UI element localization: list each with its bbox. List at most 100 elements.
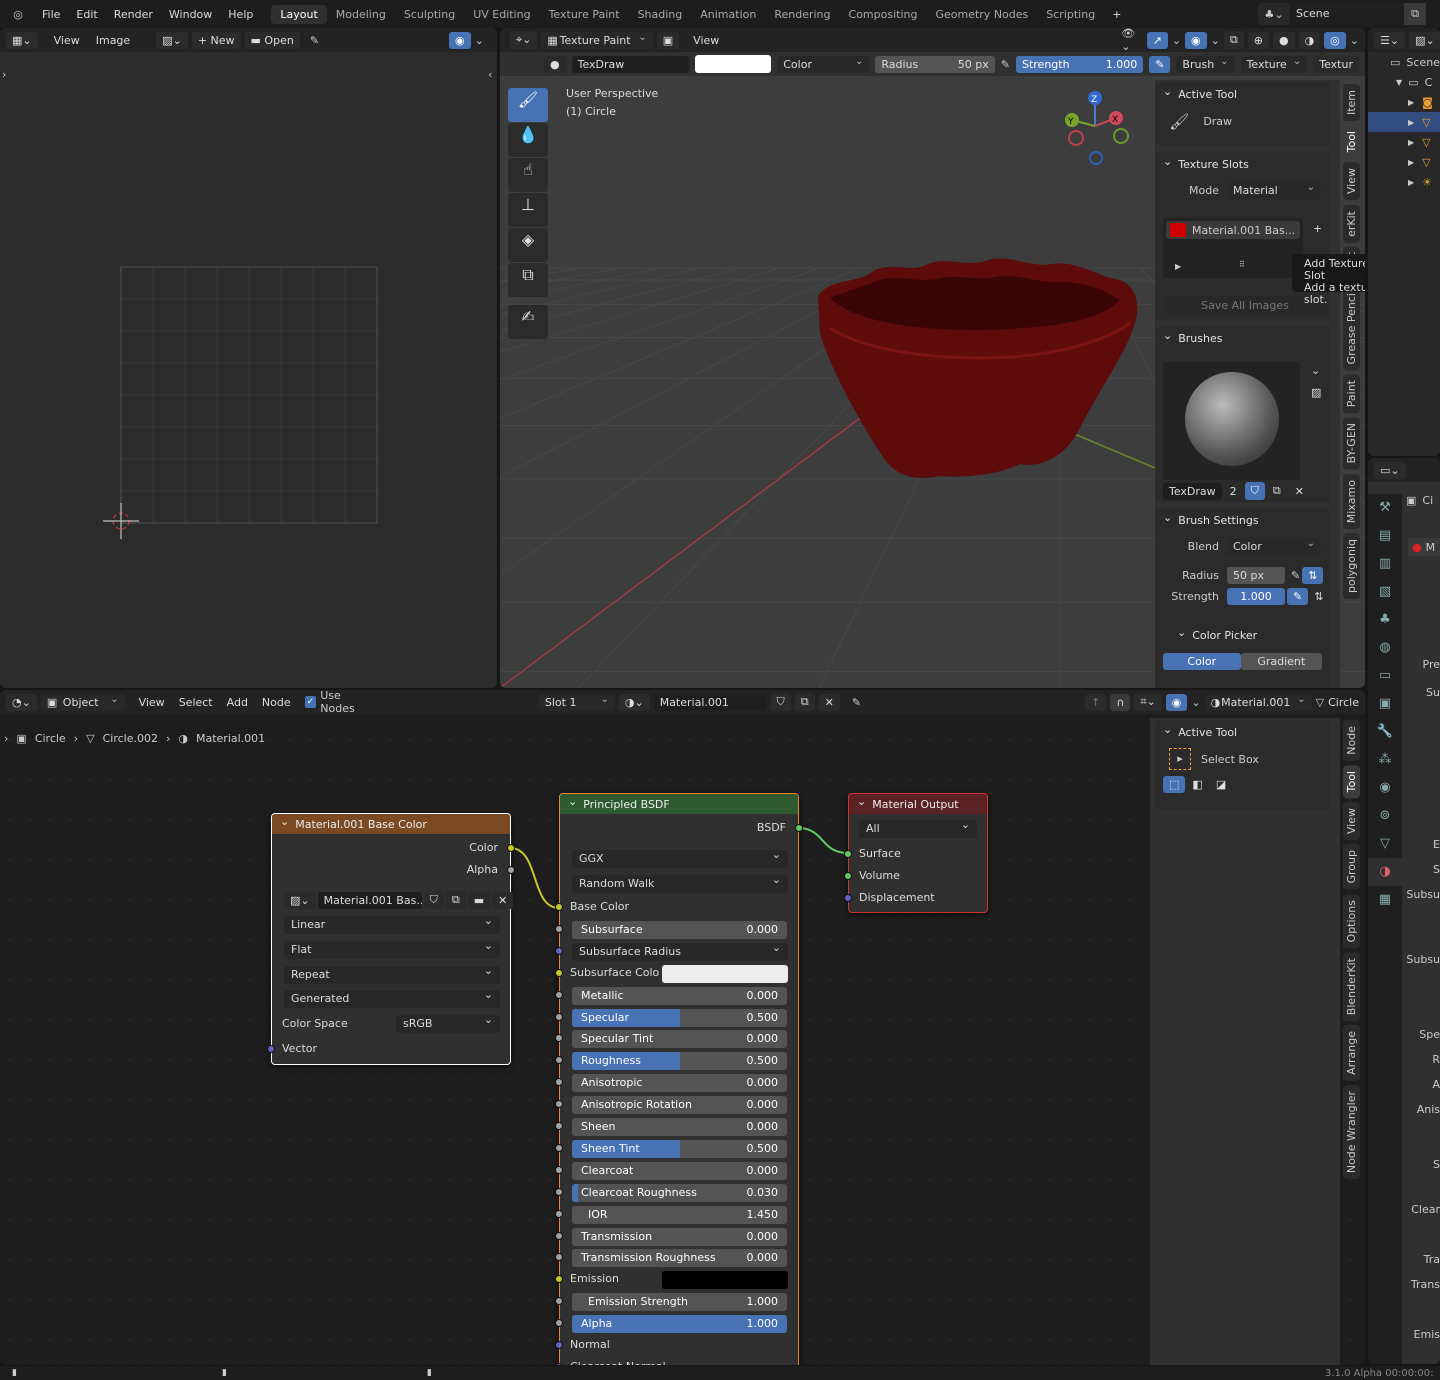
brush-dropdown-icon[interactable]: ⌄ <box>1305 362 1327 379</box>
navigation-gizmo[interactable]: Z Y X <box>1055 86 1135 168</box>
header-material-dropdown[interactable]: ◑ Material.001 <box>1204 693 1312 711</box>
color-picker-title[interactable]: Color Picker <box>1155 623 1330 647</box>
particles-tab-icon[interactable]: ⁂ <box>1368 746 1402 774</box>
overlay-dropdown-icon[interactable]: ⌄ <box>475 34 484 47</box>
color-tab[interactable]: Color <box>1163 653 1241 670</box>
vector-input-socket[interactable] <box>267 1045 275 1053</box>
radius-unit-icon[interactable]: ⇅ <box>1302 567 1324 584</box>
sidebar-tab-paint[interactable]: Paint <box>1343 374 1360 414</box>
subsurface-input-socket[interactable] <box>555 924 563 933</box>
object-tab-icon[interactable]: ▣ <box>1368 690 1402 718</box>
transmission-roughness-slider[interactable]: Transmission Roughness 0.000 <box>572 1249 787 1268</box>
principled-bsdf-node[interactable]: Principled BSDF BSDF GGX Random Walk Bas… <box>555 793 803 1365</box>
anisotropic-rotation-slider[interactable]: Anisotropic Rotation 0.000 <box>572 1096 787 1115</box>
scene-tab-icon[interactable]: ♣ <box>1368 606 1402 634</box>
image-menu-image[interactable]: Image <box>96 34 130 47</box>
select-extend-icon[interactable]: ◧ <box>1186 776 1209 793</box>
strength-pressure-icon[interactable]: ✎ <box>1287 588 1309 605</box>
transmission-input-socket[interactable] <box>555 1231 563 1240</box>
collapse-toolbar-icon[interactable]: › <box>2 68 6 81</box>
anisotropic-rotation-input-socket[interactable] <box>555 1100 563 1109</box>
workspace-tab-layout[interactable]: Layout <box>271 4 327 24</box>
sidebar-tab-polygoniq[interactable]: polygoniq <box>1343 533 1360 600</box>
target-dropdown[interactable]: All <box>859 820 977 838</box>
sheen-input-socket[interactable] <box>555 1122 563 1130</box>
workspace-tab-geometry-nodes[interactable]: Geometry Nodes <box>926 5 1037 24</box>
outliner-item-mesh[interactable]: ▶ ▽ <box>1368 112 1440 132</box>
sidebar-tab-tool[interactable]: Tool <box>1343 125 1360 159</box>
menu-help[interactable]: Help <box>220 8 261 21</box>
transmission-slider[interactable]: Transmission 0.000 <box>572 1227 787 1246</box>
modifier-tab-icon[interactable]: 🔧 <box>1368 718 1402 746</box>
save-all-images-button[interactable]: Save All Images <box>1163 296 1327 314</box>
duplicate-image-icon[interactable]: ⧉ <box>445 891 466 909</box>
expand-icon[interactable]: ▶ <box>1175 262 1181 271</box>
editor-type-icon[interactable]: ▦⌄ <box>6 31 38 49</box>
material-output-node[interactable]: Material Output All Surface Volume Displ… <box>844 793 988 913</box>
sidebar-tab-group[interactable]: Group <box>1343 844 1360 890</box>
texture-slot-item[interactable]: Material.001 Bas... <box>1166 221 1300 239</box>
workspace-tab-rendering[interactable]: Rendering <box>765 5 839 24</box>
emission-input-socket[interactable] <box>555 1275 563 1284</box>
principled-bsdf-node-title[interactable]: Principled BSDF <box>560 794 798 814</box>
surface-input-socket[interactable] <box>844 850 852 858</box>
strength-field[interactable]: 1.000 <box>1227 588 1285 605</box>
scene-field[interactable]: Scene <box>1290 3 1404 25</box>
anisotropic-input-socket[interactable] <box>555 1078 563 1087</box>
gradient-tab[interactable]: Gradient <box>1240 653 1322 670</box>
menu-window[interactable]: Window <box>161 8 220 21</box>
subsurface-colo-color-swatch[interactable] <box>662 964 788 983</box>
expand-sidebar-icon[interactable]: ‹ <box>488 68 492 81</box>
material-slot[interactable]: ● M <box>1408 538 1440 556</box>
open-image-button[interactable]: ▬ Open <box>244 31 300 49</box>
duplicate-brush-icon[interactable]: ⧉ <box>1266 482 1287 500</box>
workspace-tab-uv-editing[interactable]: UV Editing <box>464 5 539 24</box>
brush-name-field[interactable]: TexDraw <box>1163 482 1222 500</box>
workspace-tab-animation[interactable]: Animation <box>691 5 765 24</box>
sidebar-tab-view[interactable]: View <box>1343 802 1360 841</box>
unlink-image-icon[interactable]: ✕ <box>492 891 514 909</box>
roughness-input-socket[interactable] <box>555 1056 563 1065</box>
draw-tool-icon[interactable]: 🖌 <box>508 88 548 122</box>
workspace-tab-shading[interactable]: Shading <box>629 5 692 24</box>
specular-tint-input-socket[interactable] <box>555 1034 563 1043</box>
tool-tab-icon[interactable]: ⚒ <box>1368 494 1402 522</box>
emission-strength-input-socket[interactable] <box>555 1297 563 1306</box>
outliner-scene-row[interactable]: ▭ Scene <box>1368 52 1440 72</box>
constraints-tab-icon[interactable]: ⊚ <box>1368 802 1402 830</box>
sidebar-tab-view[interactable]: View <box>1343 162 1360 201</box>
displacement-input-socket[interactable] <box>844 894 852 902</box>
sidebar-tab-node[interactable]: Node <box>1343 720 1360 761</box>
sidebar-tab-by-gen[interactable]: BY-GEN <box>1343 417 1360 470</box>
output-tab-icon[interactable]: ▥ <box>1368 550 1402 578</box>
workspace-tab-compositing[interactable]: Compositing <box>840 5 927 24</box>
outliner-item-mesh[interactable]: ▶ ▽ <box>1368 132 1440 152</box>
blend-dropdown[interactable]: Color <box>1227 538 1321 555</box>
brush-image-icon[interactable]: ▨ <box>1305 384 1328 401</box>
subsurface-method-dropdown[interactable]: Random Walk <box>572 875 788 893</box>
specular-tint-slider[interactable]: Specular Tint 0.000 <box>572 1030 787 1049</box>
alpha-output-socket[interactable] <box>507 866 515 874</box>
bsdf-output-socket[interactable] <box>795 824 803 832</box>
annotate-tool-icon[interactable]: ✍ <box>508 305 548 339</box>
filter-icon[interactable]: ▨⌄ <box>1409 31 1440 49</box>
clearcoat-slider[interactable]: Clearcoat 0.000 <box>572 1161 787 1180</box>
alpha-slider[interactable]: Alpha 1.000 <box>572 1315 787 1334</box>
strength-toggle-icon[interactable]: ⇅ <box>1308 588 1330 605</box>
overlay-icon[interactable]: ◉ <box>449 31 471 49</box>
brushes-title[interactable]: Brushes <box>1155 326 1330 350</box>
metallic-slider[interactable]: Metallic 0.000 <box>572 986 787 1005</box>
menu-edit[interactable]: Edit <box>68 8 105 21</box>
source-dropdown[interactable]: Generated <box>284 990 500 1008</box>
workspace-tab-scripting[interactable]: Scripting <box>1037 5 1104 24</box>
soften-tool-icon[interactable]: 💧 <box>508 123 548 157</box>
clearcoat-input-socket[interactable] <box>555 1165 563 1174</box>
radius-pressure-icon[interactable]: ✎ <box>1291 569 1300 582</box>
sheen-slider[interactable]: Sheen 0.000 <box>572 1118 787 1136</box>
sheen-tint-slider[interactable]: Sheen Tint 0.500 <box>572 1139 787 1158</box>
editor-type-icon[interactable]: ▭⌄ <box>1374 461 1406 479</box>
outliner-item-camera[interactable]: ▶ ◙ <box>1368 92 1440 112</box>
select-new-icon[interactable]: ⬚ <box>1163 776 1186 793</box>
ior-input-socket[interactable] <box>555 1209 563 1218</box>
world-tab-icon[interactable]: ◍ <box>1368 634 1402 662</box>
